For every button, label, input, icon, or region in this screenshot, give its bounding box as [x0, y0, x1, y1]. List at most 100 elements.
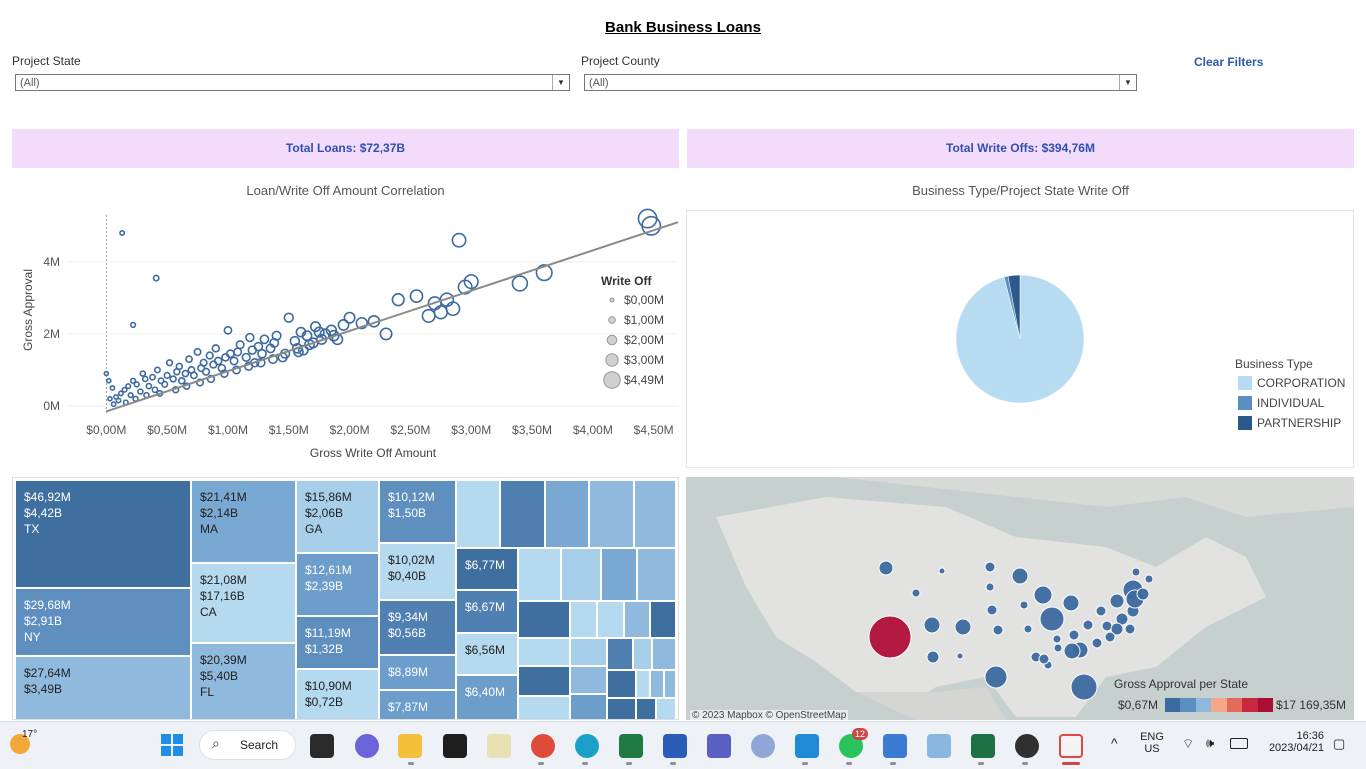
scatter-point[interactable] [165, 359, 174, 367]
state-marker[interactable] [1038, 653, 1050, 665]
treemap-tile[interactable]: $9,34M $0,56B [379, 600, 456, 655]
snipping-tool-icon[interactable] [1059, 734, 1083, 758]
state-marker[interactable] [986, 604, 998, 616]
scatter-point[interactable] [235, 340, 245, 350]
windows-start-icon[interactable] [161, 734, 183, 756]
state-marker[interactable] [911, 588, 921, 598]
treemap-tile[interactable]: $6,67M [456, 590, 518, 633]
teams-icon[interactable] [707, 734, 731, 758]
treemap-tile[interactable] [607, 670, 636, 698]
scatter-point[interactable] [451, 232, 467, 248]
treemap-tile[interactable] [624, 601, 650, 638]
treemap-tile[interactable] [633, 638, 652, 670]
language-indicator[interactable]: ENG US [1140, 731, 1164, 755]
treemap-tile[interactable]: $27,64M $3,49B [15, 656, 191, 719]
treemap-tile[interactable]: $6,56M [456, 633, 518, 675]
scatter-point[interactable] [511, 275, 529, 292]
scatter-point[interactable] [125, 383, 132, 390]
treemap-tile[interactable] [636, 670, 650, 698]
scatter-point[interactable] [169, 375, 177, 383]
treemap-tile[interactable] [634, 480, 676, 548]
scatter-point[interactable] [257, 348, 267, 359]
treemap-tile[interactable] [570, 601, 597, 638]
state-marker[interactable] [1104, 631, 1116, 643]
chevron-up-icon[interactable]: ^ [1111, 735, 1118, 751]
treemap-tile[interactable] [570, 638, 607, 666]
state-marker[interactable] [1053, 643, 1063, 653]
state-marker[interactable] [1091, 637, 1103, 649]
treemap-tile[interactable]: $12,61M $2,39B [296, 553, 379, 616]
state-marker[interactable] [1068, 629, 1080, 641]
scatter-point[interactable] [110, 401, 117, 408]
scatter-chart[interactable]: 0M 2M 4M $0,00M $0,50M $1,00M $1,50M $2,00M $2,5… [12, 205, 679, 470]
scatter-point[interactable] [189, 371, 198, 380]
treemap-tile[interactable]: $8,89M [379, 655, 456, 690]
state-marker[interactable] [992, 624, 1004, 636]
treemap-tile[interactable] [518, 666, 570, 696]
treemap-tile[interactable] [518, 601, 570, 638]
state-marker[interactable] [868, 615, 912, 659]
scatter-point[interactable] [241, 352, 251, 362]
snowflake-app-icon[interactable] [927, 734, 951, 758]
scatter-point[interactable] [433, 305, 449, 320]
treemap-tile[interactable] [518, 696, 570, 719]
treemap-tile[interactable] [545, 480, 589, 548]
treemap-tile[interactable]: $20,39M $5,40B FL [191, 643, 296, 719]
chrome-icon[interactable] [531, 734, 555, 758]
scatter-point[interactable] [259, 334, 270, 345]
treemap-tile[interactable] [650, 670, 664, 698]
treemap-tile[interactable]: $7,87M [379, 690, 456, 719]
scatter-point[interactable] [185, 355, 193, 364]
scatter-point[interactable] [421, 308, 436, 323]
treemap-tile[interactable]: $21,41M $2,14B MA [191, 480, 296, 563]
treemap-tile[interactable] [656, 698, 676, 719]
scatter-point[interactable] [119, 230, 126, 237]
treemap-tile[interactable] [589, 480, 634, 548]
treemap-tile[interactable] [570, 694, 607, 719]
state-map[interactable]: Gross Approval per State $0,67M $17 169,… [686, 477, 1354, 720]
media-player-icon[interactable] [1015, 734, 1039, 758]
scatter-point[interactable] [145, 382, 153, 390]
state-marker[interactable] [1144, 574, 1154, 584]
notification-icon[interactable]: ▢ [1333, 736, 1345, 752]
state-marker[interactable] [1039, 606, 1065, 632]
scatter-point[interactable] [175, 362, 184, 371]
treemap-tile[interactable] [652, 638, 676, 670]
spreadsheet-app-icon[interactable] [619, 734, 643, 758]
clock[interactable]: 16:36 2023/04/21 [1262, 730, 1324, 754]
scatter-point[interactable] [129, 321, 137, 329]
scatter-point[interactable] [137, 388, 144, 395]
scatter-point[interactable] [391, 293, 405, 307]
state-marker[interactable] [956, 652, 964, 660]
scatter-point[interactable] [233, 347, 243, 357]
scatter-point[interactable] [103, 370, 110, 377]
scatter-point[interactable] [445, 301, 461, 317]
treemap-tile[interactable] [456, 480, 500, 548]
treemap-tile[interactable]: $11,19M $1,32B [296, 616, 379, 669]
state-marker[interactable] [984, 561, 996, 573]
scatter-point[interactable] [193, 347, 202, 356]
scatter-point[interactable] [201, 367, 211, 376]
treemap-tile[interactable] [664, 670, 676, 698]
state-marker[interactable] [938, 567, 946, 575]
scatter-point[interactable] [107, 395, 113, 402]
treemap-tile[interactable] [518, 548, 561, 601]
treemap-tile[interactable]: $10,12M $1,50B [379, 480, 456, 543]
scatter-point[interactable] [153, 366, 161, 374]
state-marker[interactable] [1070, 673, 1098, 701]
state-marker[interactable] [1101, 620, 1113, 632]
state-marker[interactable] [954, 618, 972, 636]
scatter-point[interactable] [127, 392, 134, 399]
sticky-notes-icon[interactable] [443, 734, 467, 758]
treemap-chart[interactable]: $46,92M $4,42B TX $29,68M $2,91B NY $27,64M $3,… [12, 477, 679, 720]
taskbar-search-box[interactable]: ⌕ Search [199, 730, 296, 760]
scatter-point[interactable] [211, 344, 221, 353]
scatter-point[interactable] [637, 208, 658, 229]
word-icon[interactable] [663, 734, 687, 758]
r-language-icon[interactable] [751, 734, 775, 758]
scatter-point[interactable] [133, 381, 140, 388]
edge-icon[interactable] [575, 734, 599, 758]
treemap-tile[interactable]: $15,86M $2,06B GA [296, 480, 379, 553]
state-marker[interactable] [1063, 642, 1081, 660]
state-marker[interactable] [985, 582, 995, 592]
